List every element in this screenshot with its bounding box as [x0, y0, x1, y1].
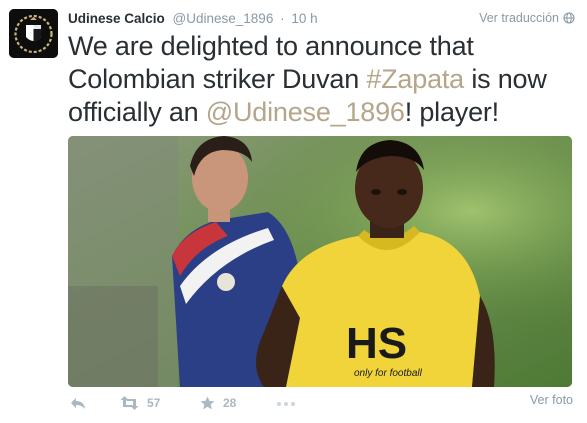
tweet-actions: 57 28 Ver foto	[68, 393, 575, 420]
retweet-icon	[120, 396, 139, 410]
translate-link[interactable]: Ver traducción	[479, 11, 575, 25]
ellipsis-icon	[277, 402, 295, 406]
reply-icon	[71, 398, 85, 409]
more-button[interactable]	[276, 396, 296, 410]
translate-label: Ver traducción	[479, 11, 559, 25]
mention-link[interactable]: @Udinese_1896	[206, 97, 405, 127]
tweet-text-part: ! player!	[404, 97, 499, 127]
globe-icon	[563, 12, 575, 24]
author-name[interactable]: Udinese Calcio	[68, 11, 165, 26]
udinese-crest-logo	[9, 9, 58, 58]
favorite-button[interactable]: 28	[200, 396, 236, 410]
tweet-header: Udinese Calcio @Udinese_1896 · 10 h Ver …	[68, 11, 575, 29]
author-handle[interactable]: @Udinese_1896	[173, 11, 274, 26]
retweet-count: 57	[147, 396, 161, 410]
shirt-subtext: only for football	[354, 368, 423, 379]
retweet-button[interactable]: 57	[120, 396, 160, 410]
reply-button[interactable]	[70, 396, 86, 410]
tweet-photo[interactable]: HS only for football	[68, 136, 572, 387]
view-photo-link[interactable]: Ver foto	[530, 393, 573, 407]
tweet-timestamp[interactable]: 10 h	[291, 11, 317, 26]
separator-dot: ·	[280, 11, 285, 26]
shirt-logo-text: HS	[346, 319, 407, 368]
hashtag-link[interactable]: #Zapata	[366, 64, 464, 94]
player-photo: HS only for football	[68, 136, 572, 387]
tweet: Udinese Calcio @Udinese_1896 · 10 h Ver …	[0, 0, 587, 423]
tweet-text: We are delighted to announce that Colomb…	[68, 30, 578, 129]
favorite-count: 28	[223, 396, 237, 410]
star-icon	[200, 396, 215, 410]
avatar[interactable]	[9, 9, 58, 58]
